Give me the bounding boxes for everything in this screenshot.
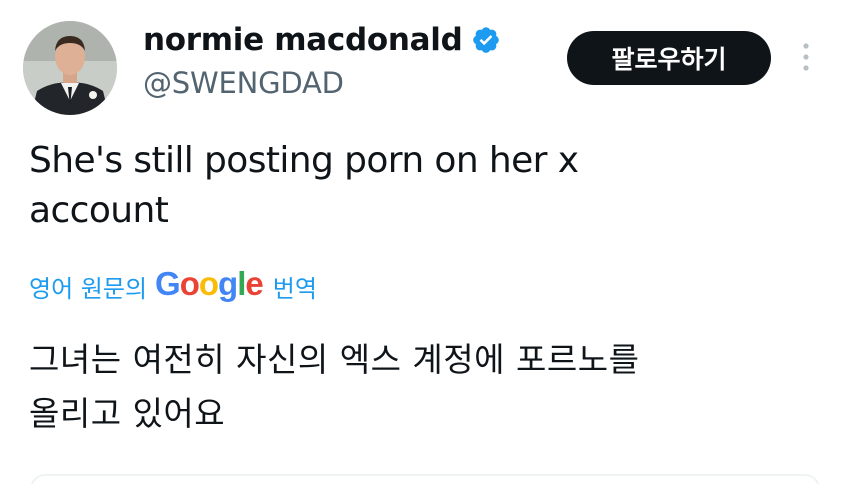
google-logo-letter: o [179, 265, 200, 302]
tweet-text-line: She's still posting porn on her x [29, 140, 579, 181]
follow-button[interactable]: 팔로우하기 [567, 31, 771, 85]
author-handle[interactable]: @SWENGDAD [143, 66, 344, 100]
google-logo-letter: g [218, 265, 238, 302]
translated-text: 그녀는 여전히 자신의 엑스 계정에 포르노를 올리고 있어요 [29, 333, 809, 441]
google-logo-letter: G [155, 265, 181, 302]
more-vertical-icon[interactable] [796, 40, 816, 74]
translate-attribution[interactable]: 영어 원문의 Google 번역 [29, 265, 317, 306]
avatar[interactable] [23, 21, 117, 115]
verified-badge-icon [471, 25, 501, 55]
translate-prefix: 영어 원문의 [29, 274, 148, 303]
translated-text-line: 그녀는 여전히 자신의 엑스 계정에 포르노를 [29, 340, 640, 379]
translate-suffix: 번역 [272, 274, 317, 303]
google-logo-letter: e [245, 265, 263, 302]
tweet-text-line: account [29, 190, 169, 231]
tweet: normie macdonald @SWENGDAD 팔로우하기 She's s… [0, 0, 850, 484]
avatar-image [23, 21, 117, 115]
tweet-text: She's still posting porn on her x accoun… [29, 136, 749, 236]
display-name[interactable]: normie macdonald [143, 22, 463, 58]
translated-text-line: 올리고 있어요 [29, 394, 226, 433]
author-name-row: normie macdonald [143, 18, 501, 62]
google-logo-letter: o [198, 265, 219, 302]
google-logo: Google [155, 265, 264, 303]
embedded-card-edge[interactable] [30, 474, 820, 484]
